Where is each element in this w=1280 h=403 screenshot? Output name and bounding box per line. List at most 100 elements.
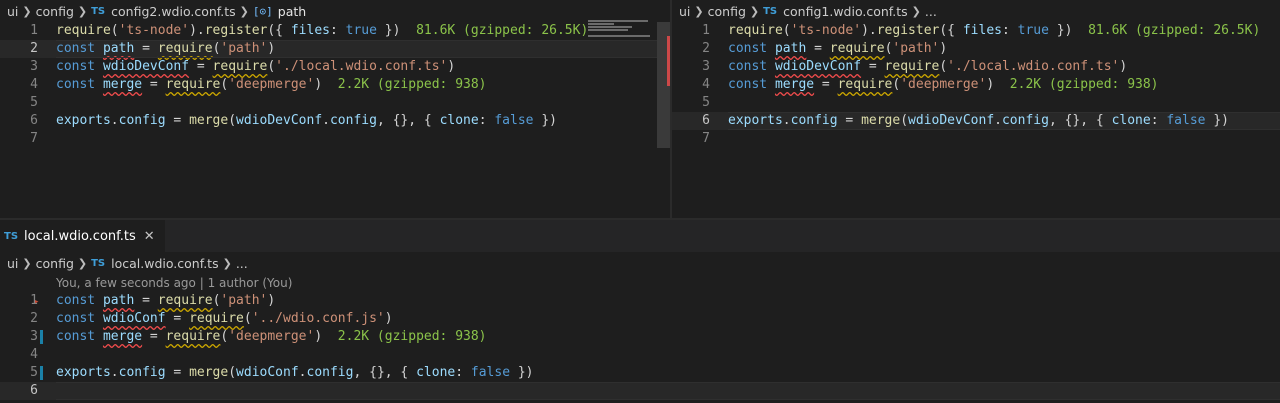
gutter[interactable] (38, 76, 56, 94)
gutter[interactable] (710, 40, 728, 58)
gutter[interactable] (38, 310, 56, 328)
code-line[interactable]: 2 const wdioConf = require('../wdio.conf.… (0, 310, 1280, 328)
gutter[interactable] (38, 94, 56, 112)
code-line[interactable]: 2 const path = require('path') (672, 40, 1280, 58)
line-number[interactable]: 6 (672, 112, 710, 130)
line-number[interactable]: 5 (0, 364, 38, 382)
code-line[interactable]: 6 exports.config = merge(wdioDevConf.conf… (0, 112, 670, 130)
gutter[interactable] (38, 364, 56, 382)
code-text[interactable]: require('ts-node').register({ files: tru… (56, 22, 588, 40)
code-text[interactable]: require('ts-node').register({ files: tru… (728, 22, 1260, 40)
gutter[interactable] (38, 22, 56, 40)
code-line[interactable]: 5 exports.config = merge(wdioConf.config,… (0, 364, 1280, 382)
breadcrumb-folder-config[interactable]: config (36, 256, 74, 271)
line-number[interactable]: 1 (672, 22, 710, 40)
code-editor[interactable]: 1 ▸ const path = require('path') 2 const wdi… (0, 292, 1280, 400)
line-number[interactable]: 2 (0, 310, 38, 328)
editor-pane-right[interactable]: ui ❯ config ❯ TS config1.wdio.conf.ts ❯ … (672, 0, 1280, 218)
code-line[interactable]: 6 (0, 382, 1280, 400)
line-number[interactable]: 6 (0, 382, 38, 400)
codelens-blame[interactable]: You, a few seconds ago | 1 author (You) (0, 274, 1280, 292)
line-number[interactable]: 1 (0, 292, 38, 310)
line-number[interactable]: 4 (0, 76, 38, 94)
gutter[interactable] (38, 40, 56, 58)
editor-pane-left[interactable]: ui ❯ config ❯ TS config2.wdio.conf.ts ❯ … (0, 0, 670, 218)
breadcrumb-more[interactable]: ... (925, 4, 937, 19)
breadcrumb-folder-config[interactable]: config (36, 4, 74, 19)
code-line[interactable]: 1 ▸ const path = require('path') (0, 292, 1280, 310)
code-line[interactable]: 7 (0, 130, 670, 148)
line-number[interactable]: 7 (672, 130, 710, 148)
code-line[interactable]: 5 (0, 94, 670, 112)
line-number[interactable]: 6 (0, 112, 38, 130)
code-text[interactable]: const wdioDevConf = require('./local.wdi… (56, 58, 455, 76)
minimap[interactable] (588, 18, 656, 38)
code-line[interactable]: 2 const path = require('path') (0, 40, 670, 58)
gutter[interactable] (710, 130, 728, 148)
line-number[interactable]: 2 (672, 40, 710, 58)
code-line[interactable]: 1 require('ts-node').register({ files: tr… (0, 22, 670, 40)
code-text[interactable]: const wdioDevConf = require('./local.wdi… (728, 58, 1127, 76)
code-line[interactable]: 1 require('ts-node').register({ files: tr… (672, 22, 1280, 40)
code-line[interactable]: 3 const merge = require('deepmerge') 2.2K… (0, 328, 1280, 346)
code-line[interactable]: 4 const merge = require('deepmerge') 2.2K… (0, 76, 670, 94)
breadcrumb-folder-ui[interactable]: ui (679, 4, 690, 19)
code-text[interactable]: exports.config = merge(wdioDevConf.confi… (728, 112, 1229, 130)
line-number[interactable]: 1 (0, 22, 38, 40)
breadcrumb-symbol[interactable]: path (278, 4, 306, 19)
gutter[interactable] (710, 22, 728, 40)
git-deleted-indicator[interactable]: ▸ (34, 293, 39, 311)
git-modified-indicator[interactable] (40, 330, 43, 344)
gutter[interactable] (710, 58, 728, 76)
gutter[interactable] (38, 346, 56, 364)
code-text[interactable]: const path = require('path') (56, 40, 275, 58)
breadcrumb-more[interactable]: ... (236, 256, 248, 271)
code-line[interactable]: 5 (672, 94, 1280, 112)
code-line[interactable]: 4 const merge = require('deepmerge') 2.2K… (672, 76, 1280, 94)
line-number[interactable]: 4 (0, 346, 38, 364)
line-number[interactable]: 2 (0, 40, 38, 58)
code-line[interactable]: 6 exports.config = merge(wdioDevConf.conf… (672, 112, 1280, 130)
close-icon[interactable]: ✕ (144, 229, 155, 244)
breadcrumb-file[interactable]: config2.wdio.conf.ts (111, 4, 236, 19)
code-line[interactable]: 3 const wdioDevConf = require('./local.wd… (672, 58, 1280, 76)
gutter[interactable]: ▸ (34, 292, 56, 310)
code-text[interactable]: const merge = require('deepmerge') 2.2K … (728, 76, 1159, 94)
gutter[interactable] (710, 112, 728, 130)
code-editor[interactable]: 1 require('ts-node').register({ files: tr… (0, 22, 670, 148)
code-text[interactable]: const path = require('path') (728, 40, 947, 58)
gutter[interactable] (38, 328, 56, 346)
git-modified-indicator[interactable] (40, 366, 43, 380)
code-text[interactable]: exports.config = merge(wdioConf.config, … (56, 364, 534, 382)
code-text[interactable]: const merge = require('deepmerge') 2.2K … (56, 328, 487, 346)
breadcrumb-folder-config[interactable]: config (708, 4, 746, 19)
gutter[interactable] (38, 130, 56, 148)
line-number[interactable]: 3 (672, 58, 710, 76)
gutter[interactable] (38, 58, 56, 76)
code-line[interactable]: 7 (672, 130, 1280, 148)
line-number[interactable]: 3 (0, 328, 38, 346)
editor-pane-bottom[interactable]: TS local.wdio.conf.ts ✕ ui ❯ config ❯ TS… (0, 220, 1280, 403)
gutter[interactable] (710, 76, 728, 94)
vertical-scrollbar[interactable] (657, 22, 670, 148)
tab-local-wdio-conf[interactable]: TS local.wdio.conf.ts ✕ (0, 220, 165, 252)
code-text[interactable]: const wdioConf = require('../wdio.conf.j… (56, 310, 393, 328)
line-number[interactable]: 4 (672, 76, 710, 94)
code-line[interactable]: 3 const wdioDevConf = require('./local.wd… (0, 58, 670, 76)
gutter[interactable] (710, 94, 728, 112)
line-number[interactable]: 5 (0, 94, 38, 112)
gutter[interactable] (38, 382, 56, 400)
line-number[interactable]: 3 (0, 58, 38, 76)
breadcrumb-folder-ui[interactable]: ui (7, 256, 18, 271)
code-line[interactable]: 4 (0, 346, 1280, 364)
code-editor[interactable]: 1 require('ts-node').register({ files: tr… (672, 22, 1280, 148)
line-number[interactable]: 7 (0, 130, 38, 148)
code-text[interactable]: const path = require('path') (56, 292, 275, 310)
code-text[interactable]: const merge = require('deepmerge') 2.2K … (56, 76, 487, 94)
breadcrumb-file[interactable]: local.wdio.conf.ts (111, 256, 218, 271)
breadcrumb-folder-ui[interactable]: ui (7, 4, 18, 19)
breadcrumb-file[interactable]: config1.wdio.conf.ts (783, 4, 908, 19)
gutter[interactable] (38, 112, 56, 130)
line-number[interactable]: 5 (672, 94, 710, 112)
code-text[interactable]: exports.config = merge(wdioDevConf.confi… (56, 112, 557, 130)
